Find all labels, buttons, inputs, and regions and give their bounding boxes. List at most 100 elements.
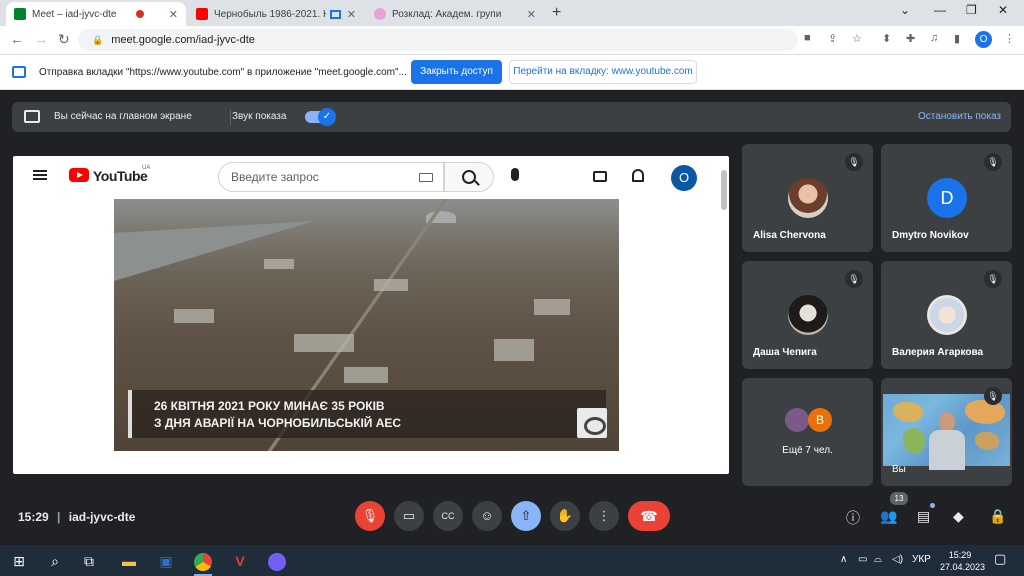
back-icon[interactable]: ← [10,31,24,47]
tab-meet[interactable]: Meet – iad-jyvc-dte ✕ [6,2,186,26]
youtube-wordmark[interactable]: YouTube [93,168,148,184]
tab-youtube[interactable]: Чернобыль 1986-2021. Неи ✕ [188,2,364,26]
more-options-button[interactable]: ⋮ [589,501,619,531]
video-player[interactable]: 26 КВІТНЯ 2021 РОКУ МИНАЄ 35 РОКІВ З ДНЯ… [114,199,619,451]
scrollbar-thumb[interactable] [721,170,727,210]
mic-off-icon: 🎙 [845,270,863,288]
reload-icon[interactable]: ↻ [58,31,70,48]
forward-icon[interactable]: → [34,31,48,47]
tab-schedule[interactable]: Розклад: Академ. групи ✕ [366,2,544,26]
participant-tile[interactable]: 🎙 D Dmytro Novikov [881,144,1012,252]
info-icon[interactable]: ⓘ [846,508,860,528]
meeting-time: 15:29 [18,510,49,524]
stop-presenting-button[interactable]: Остановить показ [918,111,1001,122]
clock-date: 27.04.2023 [940,562,986,572]
close-window-icon[interactable]: ✕ [998,3,1008,17]
search-button[interactable] [444,162,494,192]
save-icon[interactable]: ▣ [155,550,177,572]
windows-start-icon[interactable]: ⊞ [8,550,30,572]
chat-icon[interactable]: ▤ [917,508,930,525]
bookmark-star-icon[interactable]: ☆ [852,32,862,45]
restore-icon[interactable]: ❐ [966,3,977,17]
youtube-avatar[interactable]: O [671,165,697,191]
meeting-info: 15:29 | iad-jyvc-dte [18,510,135,524]
camera-toggle-button[interactable]: ▭ [394,501,424,531]
participant-name: Валерия Агаркова [892,347,984,358]
keyboard-icon[interactable] [419,173,433,182]
camera-icon[interactable]: ■ [804,32,811,44]
emoji-button[interactable]: ☺ [472,501,502,531]
hamburger-icon[interactable] [33,170,47,180]
shared-screen: YouTube UA Введите запрос O 26 КВІТНЯ 20… [13,156,729,474]
sound-toggle[interactable]: ✓ [305,108,336,126]
building-image [344,367,388,383]
captions-button[interactable]: CC [433,501,463,531]
building-image [534,299,570,315]
tab-sharing-infobar: Отправка вкладки "https://www.youtube.co… [0,54,1024,90]
network-icon[interactable]: ⌓ [874,554,882,565]
activities-icon[interactable]: ◆ [953,508,964,525]
check-icon: ✓ [318,108,336,126]
tab-strip: Meet – iad-jyvc-dte ✕ Чернобыль 1986-202… [0,0,1024,26]
side-panel-icon[interactable]: ▮ [954,32,960,45]
search-icon[interactable]: ⌕ [44,550,66,572]
browser-toolbar: ← → ↻ 🔒 meet.google.com/iad-jyvc-dte ■ ⇪… [0,26,1024,54]
extensions-icon[interactable]: ✚ [906,32,915,45]
windows-taskbar: ⊞ ⌕ ⧉ ▬ ▣ V ∧ ▭ ⌓ ◁) УКР 15:29 27.04.202… [0,545,1024,576]
meeting-code: iad-jyvc-dte [68,510,136,524]
tab-search-icon[interactable]: ⌄ [900,3,910,17]
system-clock[interactable]: 15:29 27.04.2023 [940,549,986,573]
search-input[interactable]: Введите запрос [218,162,444,192]
participant-tile[interactable]: 🎙 Валерия Агаркова [881,261,1012,369]
close-icon[interactable]: ✕ [341,8,356,21]
task-view-icon[interactable]: ⧉ [78,550,100,572]
tray-chevron-icon[interactable]: ∧ [840,554,847,565]
new-tab-button[interactable]: + [552,4,561,22]
tray-icon[interactable]: ▭ [858,554,867,565]
caption-line: 26 КВІТНЯ 2021 РОКУ МИНАЄ 35 РОКІВ [154,399,385,413]
video-caption: 26 КВІТНЯ 2021 РОКУ МИНАЄ 35 РОКІВ З ДНЯ… [128,390,606,438]
minimize-icon[interactable]: — [934,3,946,17]
avatar [785,408,809,432]
close-icon[interactable]: ✕ [521,8,536,21]
media-icon[interactable]: ♫ [930,32,938,44]
notifications-icon[interactable]: ▢ [994,551,1006,567]
self-view-tile[interactable]: 🎙 Вы [881,378,1012,486]
people-icon[interactable]: 👥 [880,508,897,525]
person-body [929,430,965,470]
go-to-tab-button[interactable]: Перейти на вкладку: www.youtube.com [509,60,697,84]
raise-hand-button[interactable]: ✋ [550,501,580,531]
menu-icon[interactable]: ⋮ [1004,32,1015,45]
youtube-logo-icon[interactable] [69,168,89,182]
address-bar[interactable]: 🔒 meet.google.com/iad-jyvc-dte [78,29,798,51]
share-icon[interactable]: ⇪ [828,32,837,45]
cast-icon [12,66,26,78]
present-icon [24,110,40,123]
presenting-bar: Вы сейчас на главном экране Звук показа … [12,102,1011,132]
river-image [114,221,314,281]
stop-sharing-button[interactable]: Закрыть доступ [411,60,502,84]
app-icon[interactable]: V [229,550,251,572]
mic-toggle-button[interactable]: 🎙 [355,501,385,531]
extension-pin-icon[interactable]: ⬍ [882,32,891,45]
sharing-icon [329,9,341,19]
mic-icon[interactable] [511,168,519,181]
tab-title: Розклад: Академ. групи [392,8,502,20]
create-video-icon[interactable] [593,171,607,182]
language-indicator[interactable]: УКР [912,554,931,565]
close-icon[interactable]: ✕ [163,8,178,21]
avatar: B [808,408,832,432]
present-button[interactable]: ⇧ [511,501,541,531]
participant-tile[interactable]: 🎙 Даша Чепига [742,261,873,369]
profile-avatar[interactable]: O [975,31,992,48]
volume-icon[interactable]: ◁) [892,554,903,565]
file-explorer-icon[interactable]: ▬ [118,550,140,572]
host-controls-icon[interactable]: 🔒 [989,508,1006,525]
avatar [927,295,967,335]
chrome-icon[interactable] [192,550,214,576]
viber-icon[interactable] [266,550,288,572]
bell-icon[interactable] [632,169,644,182]
more-participants-tile[interactable] [742,378,873,486]
participant-tile[interactable]: 🎙 Alisa Chervona [742,144,873,252]
end-call-button[interactable]: ☎ [628,501,670,531]
